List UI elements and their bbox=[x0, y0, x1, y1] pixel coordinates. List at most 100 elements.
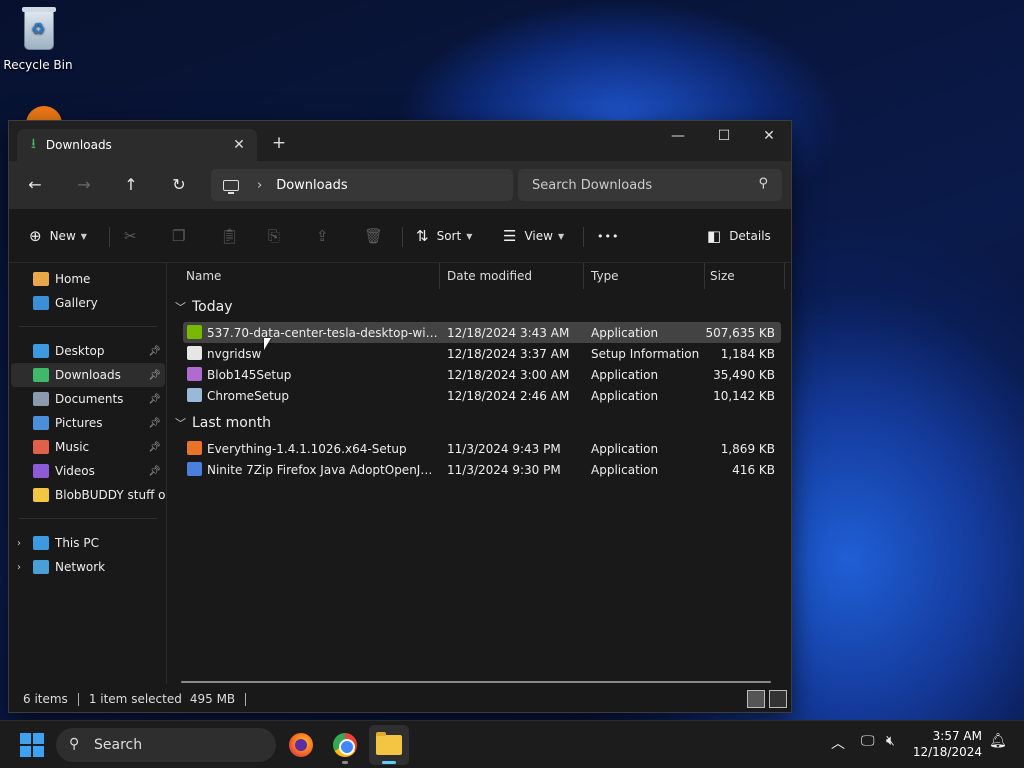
table-row[interactable]: Blob145Setup 12/18/2024 3:00 AM Applicatio… bbox=[183, 364, 781, 385]
share-button[interactable]: ⇪ bbox=[316, 223, 329, 249]
share-icon: ⇪ bbox=[316, 227, 329, 245]
address-field[interactable]: › Downloads bbox=[211, 169, 513, 201]
expand-chevron-icon[interactable]: › bbox=[17, 538, 21, 549]
column-divider[interactable] bbox=[439, 263, 440, 289]
sidebar-item-gallery[interactable]: Gallery bbox=[11, 291, 165, 315]
home-icon bbox=[33, 272, 49, 286]
recycle-bin-label: Recycle Bin bbox=[3, 58, 73, 72]
recycle-bin-desktop-icon[interactable]: ♻ Recycle Bin bbox=[0, 6, 76, 72]
collapse-chevron-icon[interactable]: ﹀ bbox=[175, 415, 186, 431]
sidebar-item-downloads[interactable]: Downloads 📌︎ bbox=[11, 363, 165, 387]
cut-button[interactable]: ✂ bbox=[124, 223, 137, 249]
chevron-down-icon: ▼ bbox=[80, 231, 87, 241]
new-label: New bbox=[49, 229, 76, 243]
sidebar-item-label: Desktop bbox=[55, 344, 105, 358]
expand-chevron-icon[interactable]: › bbox=[17, 562, 21, 573]
column-header-type[interactable]: Type bbox=[591, 263, 619, 289]
copy-button[interactable]: ❐ bbox=[172, 223, 185, 249]
column-divider[interactable] bbox=[583, 263, 584, 289]
new-tab-button[interactable]: + bbox=[269, 133, 289, 153]
up-button[interactable]: ↑ bbox=[115, 169, 147, 201]
taskbar-firefox[interactable] bbox=[281, 725, 321, 765]
documents-icon bbox=[33, 392, 49, 406]
back-button[interactable]: ← bbox=[19, 169, 51, 201]
sidebar-item-this[interactable]: › This PC bbox=[11, 531, 165, 555]
music-icon bbox=[33, 440, 49, 454]
details-pane-button[interactable]: ◧ Details bbox=[707, 223, 771, 249]
command-bar: ⊕ New ▼ ✂ ❐ 📋︎ ⎘ ⇪ 🗑︎ ⇅ Sort ▼ ☰ View ▼ … bbox=[9, 209, 791, 263]
breadcrumb-chevron-icon[interactable]: › bbox=[257, 178, 262, 193]
sidebar-item-videos[interactable]: Videos 📌︎ bbox=[11, 459, 165, 483]
divider bbox=[19, 518, 157, 519]
sidebar-item-blobbuddy[interactable]: BlobBUDDY stuff or s bbox=[11, 483, 165, 507]
divider bbox=[583, 227, 584, 247]
column-header-size[interactable]: Size bbox=[710, 263, 735, 289]
group-label: Last month bbox=[192, 415, 272, 431]
taskbar-chrome[interactable] bbox=[325, 725, 365, 765]
notification-bell-icon[interactable]: 🔔︎ bbox=[989, 733, 1007, 749]
title-bar: ⭳ Downloads ✕ + — ☐ ✕ bbox=[9, 121, 791, 161]
details-view-toggle[interactable] bbox=[747, 690, 765, 708]
sidebar-item-documents[interactable]: Documents 📌︎ bbox=[11, 387, 165, 411]
refresh-button[interactable]: ↻ bbox=[163, 169, 195, 201]
file-size: 10,142 KB bbox=[713, 389, 775, 403]
breadcrumb-downloads[interactable]: Downloads bbox=[276, 178, 347, 193]
file-type: Application bbox=[591, 389, 659, 403]
pin-icon: 📌︎ bbox=[148, 441, 161, 453]
column-header-date[interactable]: Date modified bbox=[447, 263, 532, 289]
trash-icon: 🗑︎ bbox=[364, 227, 384, 245]
collapse-chevron-icon[interactable]: ﹀ bbox=[175, 299, 186, 315]
pin-icon: 📌︎ bbox=[148, 369, 161, 381]
table-row[interactable]: ChromeSetup 12/18/2024 2:46 AM Application… bbox=[183, 385, 781, 406]
forward-button[interactable]: → bbox=[68, 169, 100, 201]
group-header[interactable]: ﹀ Last month bbox=[175, 415, 271, 431]
more-options-button[interactable]: ••• bbox=[597, 223, 619, 249]
maximize-button[interactable]: ☐ bbox=[701, 121, 747, 151]
pin-icon: 📌︎ bbox=[148, 465, 161, 477]
horizontal-scrollbar[interactable] bbox=[181, 681, 771, 683]
new-button[interactable]: ⊕ New ▼ bbox=[29, 223, 87, 249]
group-header[interactable]: ﹀ Today bbox=[175, 299, 233, 315]
table-row[interactable]: Everything-1.4.1.1026.x64-Setup 11/3/2024… bbox=[183, 438, 781, 459]
minimize-button[interactable]: — bbox=[655, 121, 701, 151]
taskbar-file-explorer[interactable] bbox=[369, 725, 409, 765]
sidebar-item-home[interactable]: Home bbox=[11, 267, 165, 291]
group-label: Today bbox=[192, 299, 233, 315]
sidebar-item-label: Music bbox=[55, 440, 90, 454]
tiles-view-toggle[interactable] bbox=[769, 690, 787, 708]
videos-icon bbox=[33, 464, 49, 478]
column-divider[interactable] bbox=[784, 263, 785, 289]
taskbar-search[interactable]: ⚲ Search bbox=[56, 728, 276, 762]
file-list: Name Date modified Type Size ﹀ Today 537.7… bbox=[167, 263, 791, 684]
table-row[interactable]: Ninite 7Zip Firefox Java AdoptOpenJDK x.… bbox=[183, 459, 781, 480]
start-button[interactable] bbox=[20, 733, 44, 757]
column-header-name[interactable]: Name bbox=[186, 263, 221, 289]
plus-circle-icon: ⊕ bbox=[29, 227, 42, 245]
firefox-icon bbox=[289, 733, 313, 757]
sidebar-item-pictures[interactable]: Pictures 📌︎ bbox=[11, 411, 165, 435]
delete-button[interactable]: 🗑︎ bbox=[364, 223, 383, 249]
recycle-bin-icon: ♻ bbox=[18, 6, 58, 52]
paste-button[interactable]: 📋︎ bbox=[220, 223, 239, 249]
sidebar-item-label: BlobBUDDY stuff or s bbox=[55, 488, 165, 502]
search-placeholder: Search Downloads bbox=[532, 177, 653, 193]
rename-button[interactable]: ⎘ bbox=[268, 223, 280, 249]
view-button[interactable]: ☰ View ▼ bbox=[503, 223, 564, 249]
network-icon[interactable]: 🖵︎ bbox=[861, 733, 875, 749]
show-hidden-icons-chevron-icon[interactable]: ︿ bbox=[831, 733, 845, 753]
table-row[interactable]: nvgridsw 12/18/2024 3:37 AM Setup Informat… bbox=[183, 343, 781, 364]
column-divider[interactable] bbox=[704, 263, 705, 289]
sort-button[interactable]: ⇅ Sort ▼ bbox=[416, 223, 472, 249]
file-date: 12/18/2024 3:43 AM bbox=[447, 326, 570, 340]
sidebar-item-network[interactable]: › Network bbox=[11, 555, 165, 579]
volume-muted-icon[interactable]: 🔇︎ bbox=[886, 733, 895, 749]
clock[interactable]: 3:57 AM 12/18/2024 bbox=[904, 728, 982, 760]
tab-downloads[interactable]: ⭳ Downloads ✕ bbox=[17, 129, 257, 161]
sidebar-item-music[interactable]: Music 📌︎ bbox=[11, 435, 165, 459]
close-window-button[interactable]: ✕ bbox=[746, 121, 792, 151]
sidebar-item-desktop[interactable]: Desktop 📌︎ bbox=[11, 339, 165, 363]
sidebar-item-label: Documents bbox=[55, 392, 124, 406]
search-input[interactable]: Search Downloads ⚲ bbox=[518, 169, 782, 201]
tab-close-button[interactable]: ✕ bbox=[229, 135, 249, 155]
table-row[interactable]: 537.70-data-center-tesla-desktop-win10-.… bbox=[183, 322, 781, 343]
